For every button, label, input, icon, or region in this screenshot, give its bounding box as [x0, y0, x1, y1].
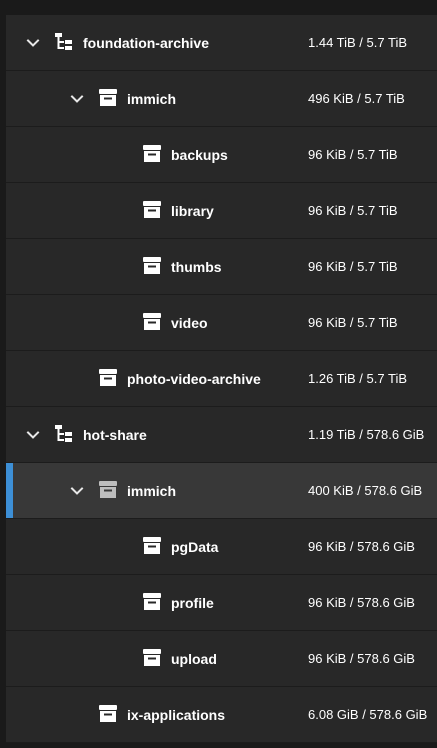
dataset-usage: 496 KiB / 5.7 TiB [308, 91, 405, 106]
dataset-name: profile [171, 595, 214, 611]
dataset-name: immich [127, 91, 177, 107]
dataset-icon [97, 87, 119, 109]
dataset-usage: 400 KiB / 578.6 GiB [308, 483, 423, 498]
dataset-icon [141, 591, 163, 613]
dataset-usage: 96 KiB / 5.7 TiB [308, 203, 398, 218]
dataset-row-backups[interactable]: backups 96 KiB / 5.7 TiB [6, 127, 437, 183]
dataset-tree: foundation-archive 1.44 TiB / 5.7 TiB immi… [6, 15, 437, 743]
dataset-name: backups [171, 147, 228, 163]
dataset-name: foundation-archive [83, 35, 210, 51]
chevron-down-icon[interactable] [26, 36, 40, 50]
dataset-name: hot-share [83, 427, 147, 443]
dataset-row-library[interactable]: library 96 KiB / 5.7 TiB [6, 183, 437, 239]
dataset-row-profile[interactable]: profile 96 KiB / 578.6 GiB [6, 575, 437, 631]
dataset-icon [141, 255, 163, 277]
dataset-icon [97, 703, 119, 725]
dataset-row-ix-applications[interactable]: ix-applications 6.08 GiB / 578.6 GiB [6, 687, 437, 743]
pool-tree-icon [53, 31, 75, 53]
dataset-icon [141, 535, 163, 557]
dataset-name: immich [127, 483, 177, 499]
dataset-usage: 96 KiB / 578.6 GiB [308, 539, 415, 554]
dataset-icon [97, 367, 119, 389]
pool-tree-icon [53, 423, 75, 445]
chevron-down-icon[interactable] [70, 92, 84, 106]
dataset-name: ix-applications [127, 707, 226, 723]
dataset-name: upload [171, 651, 217, 667]
dataset-icon [141, 647, 163, 669]
dataset-row-thumbs[interactable]: thumbs 96 KiB / 5.7 TiB [6, 239, 437, 295]
dataset-name: photo-video-archive [127, 371, 261, 387]
dataset-row-hot-share[interactable]: hot-share 1.19 TiB / 578.6 GiB [6, 407, 437, 463]
chevron-down-icon[interactable] [70, 484, 84, 498]
dataset-row-upload[interactable]: upload 96 KiB / 578.6 GiB [6, 631, 437, 687]
dataset-name: video [171, 315, 208, 331]
dataset-usage: 6.08 GiB / 578.6 GiB [308, 707, 428, 722]
dataset-row-immich[interactable]: immich 400 KiB / 578.6 GiB [6, 463, 437, 519]
dataset-usage: 96 KiB / 5.7 TiB [308, 259, 398, 274]
dataset-row-immich[interactable]: immich 496 KiB / 5.7 TiB [6, 71, 437, 127]
dataset-name: library [171, 203, 214, 219]
dataset-usage: 96 KiB / 5.7 TiB [308, 315, 398, 330]
dataset-row-photo-video-archive[interactable]: photo-video-archive 1.26 TiB / 5.7 TiB [6, 351, 437, 407]
dataset-usage: 1.19 TiB / 578.6 GiB [308, 427, 425, 442]
chevron-down-icon[interactable] [26, 428, 40, 442]
dataset-row-pgData[interactable]: pgData 96 KiB / 578.6 GiB [6, 519, 437, 575]
dataset-icon [97, 479, 119, 501]
dataset-icon [141, 143, 163, 165]
dataset-name: thumbs [171, 259, 222, 275]
dataset-icon [141, 199, 163, 221]
dataset-tree-panel: foundation-archive 1.44 TiB / 5.7 TiB immi… [0, 0, 437, 748]
dataset-name: pgData [171, 539, 219, 555]
dataset-row-foundation-archive[interactable]: foundation-archive 1.44 TiB / 5.7 TiB [6, 15, 437, 71]
selection-indicator [6, 463, 13, 518]
dataset-icon [141, 311, 163, 333]
dataset-usage: 96 KiB / 5.7 TiB [308, 147, 398, 162]
dataset-usage: 1.44 TiB / 5.7 TiB [308, 35, 407, 50]
dataset-usage: 96 KiB / 578.6 GiB [308, 651, 415, 666]
dataset-usage: 96 KiB / 578.6 GiB [308, 595, 415, 610]
dataset-row-video[interactable]: video 96 KiB / 5.7 TiB [6, 295, 437, 351]
dataset-usage: 1.26 TiB / 5.7 TiB [308, 371, 407, 386]
